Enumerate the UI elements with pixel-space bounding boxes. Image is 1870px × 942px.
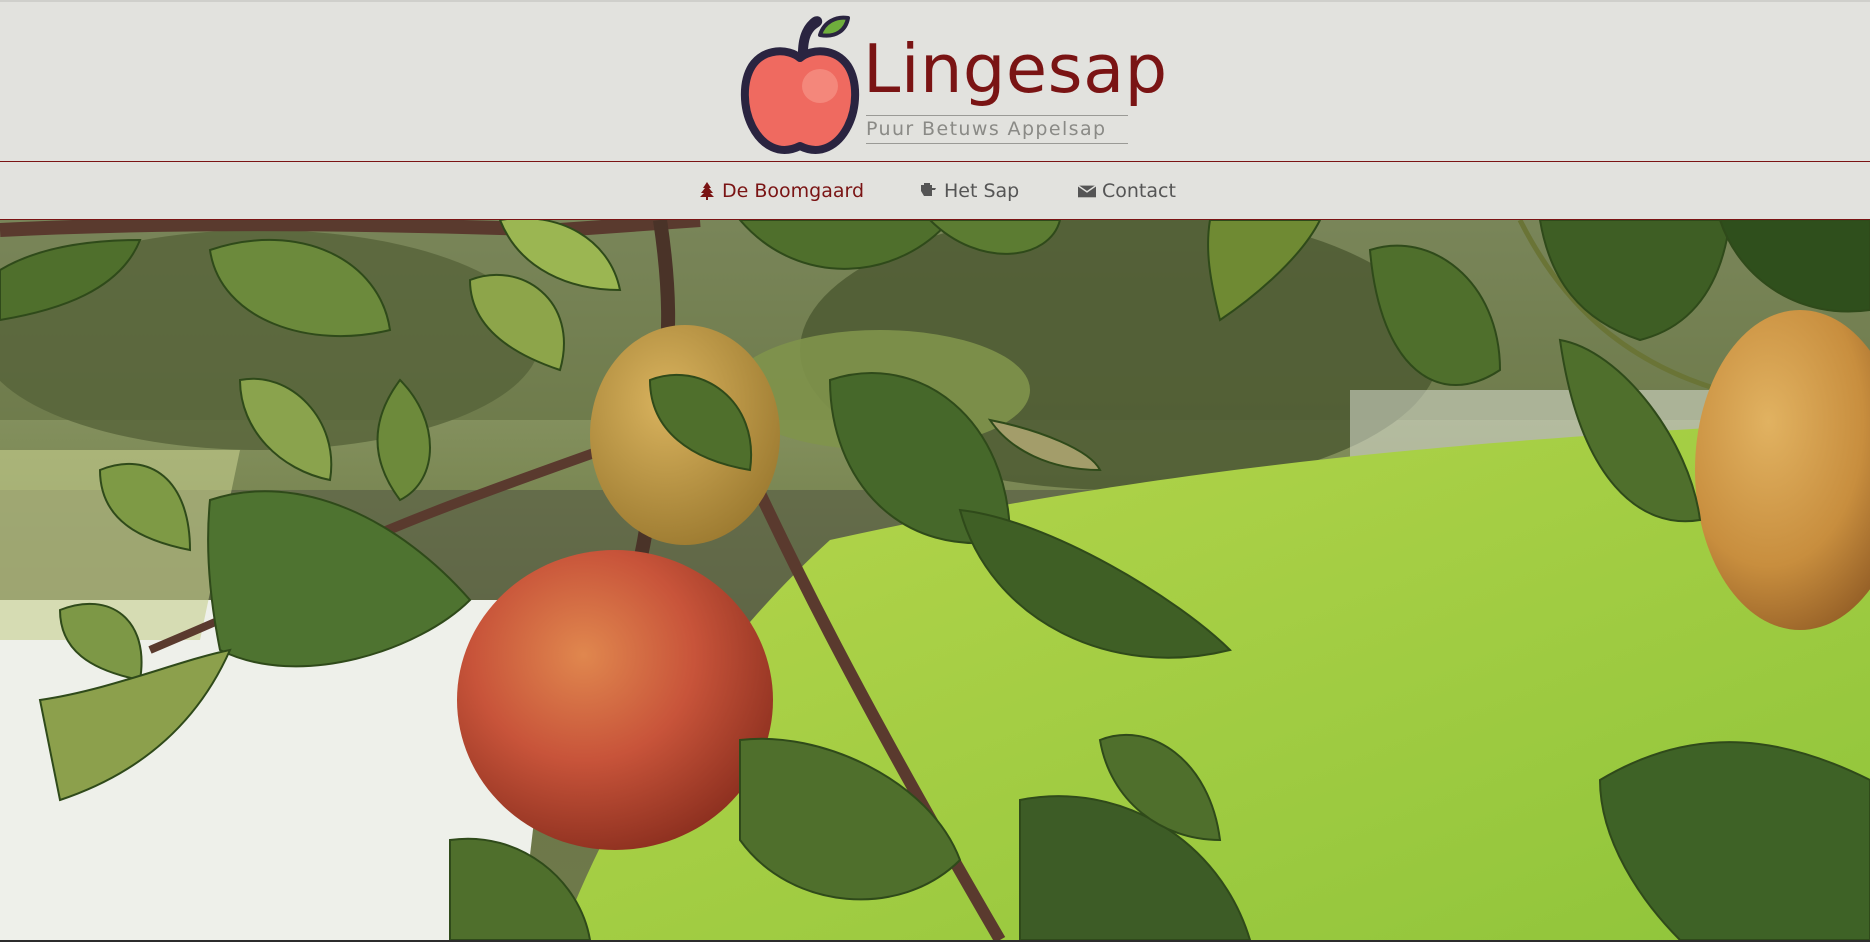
brand-tagline: Puur Betuws Appelsap: [866, 118, 1107, 140]
tree-icon: [700, 182, 714, 200]
envelope-icon: [1078, 185, 1096, 198]
site-header: Lingesap Puur Betuws Appelsap: [0, 2, 1870, 161]
juice-icon: [921, 183, 936, 196]
nav-label: Contact: [1102, 180, 1176, 202]
nav-item-het-sap[interactable]: Het Sap: [920, 178, 1019, 204]
nav-item-de-boomgaard[interactable]: De Boomgaard: [698, 178, 864, 204]
hero-image: [0, 220, 1870, 940]
nav-list: De Boomgaard Het Sap Contact: [0, 162, 1870, 219]
brand-name: Lingesap: [863, 30, 1168, 108]
apple-branch-photo: [0, 220, 1870, 940]
nav-item-contact[interactable]: Contact: [1078, 178, 1176, 204]
nav-label: Het Sap: [944, 180, 1020, 202]
apple-icon: [740, 15, 860, 154]
nav-label: De Boomgaard: [722, 180, 865, 202]
main-navigation: De Boomgaard Het Sap Contact: [0, 161, 1870, 220]
brand-logo-link[interactable]: Lingesap Puur Betuws Appelsap: [740, 8, 1167, 158]
